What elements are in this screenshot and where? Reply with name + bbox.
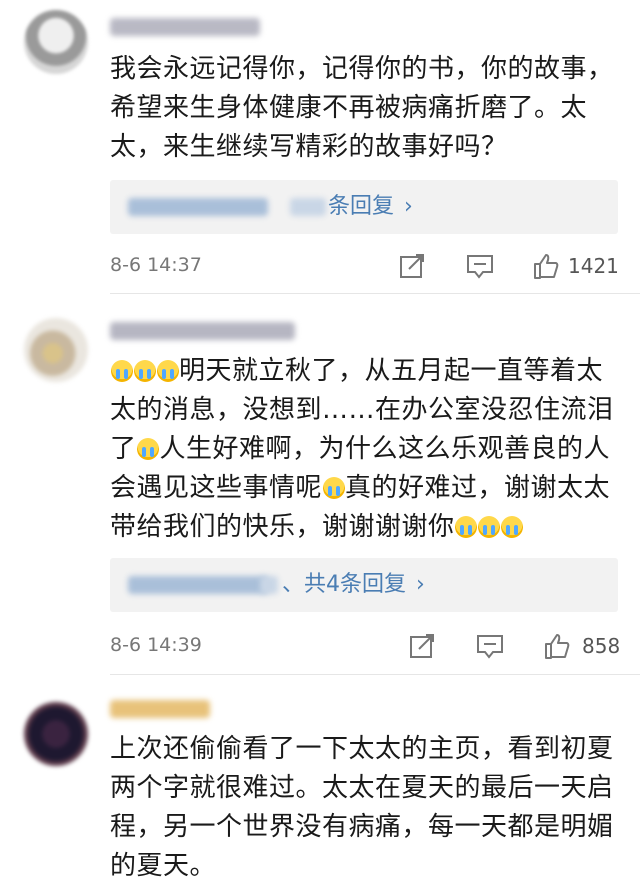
- chevron-right-icon: ›: [404, 194, 413, 219]
- crying-emoji-icon: [501, 516, 524, 538]
- comment-meta: 8-6 14:37 1421: [110, 250, 630, 282]
- divider: [110, 293, 640, 294]
- reply-user-blurred: [128, 576, 268, 594]
- avatar[interactable]: [24, 10, 88, 74]
- share-icon[interactable]: [398, 252, 426, 280]
- comment-meta: 8-6 14:39 858: [110, 630, 630, 662]
- reply-user-blurred: [260, 576, 278, 594]
- comment-date: 8-6 14:37: [110, 254, 202, 276]
- like-count: 1421: [568, 254, 619, 278]
- chevron-right-icon: ›: [416, 572, 425, 597]
- reply-count-link[interactable]: 、共4条回复 ›: [282, 558, 425, 612]
- username-blurred[interactable]: [110, 322, 295, 340]
- comment-date: 8-6 14:39: [110, 634, 202, 656]
- comment-text: 上次还偷偷看了一下太太的主页，看到初夏 两个字就很难过。太太在夏天的最后一天启 …: [110, 734, 614, 881]
- username-blurred[interactable]: [110, 700, 210, 718]
- reply-user-blurred: [128, 198, 268, 216]
- reply-count-link[interactable]: 条回复 ›: [328, 180, 413, 234]
- crying-emoji-icon: [110, 360, 133, 382]
- comment-icon[interactable]: [465, 252, 495, 280]
- thumbs-up-icon[interactable]: [532, 252, 560, 280]
- crying-emoji-icon: [137, 438, 160, 460]
- username-blurred[interactable]: [110, 18, 260, 36]
- comment-icon[interactable]: [475, 632, 505, 660]
- like-count: 858: [582, 634, 621, 658]
- share-icon[interactable]: [408, 632, 436, 660]
- comment-text: 我会永远记得你，记得你的书，你的故事， 希望来生身体健康不再被病痛折磨了。太 太…: [110, 54, 614, 162]
- avatar[interactable]: [24, 318, 88, 382]
- avatar[interactable]: [24, 702, 88, 766]
- reply-preview[interactable]: 条回复 ›: [110, 180, 618, 234]
- crying-emoji-icon: [322, 477, 345, 499]
- crying-emoji-icon: [455, 516, 478, 538]
- crying-emoji-icon: [478, 516, 501, 538]
- comment-text: 明天就立秋了，从五月起一直等着太 太的消息，没想到……在办公室没忍住流泪 了人生…: [110, 356, 614, 542]
- thumbs-up-icon[interactable]: [543, 632, 571, 660]
- crying-emoji-icon: [156, 360, 179, 382]
- reply-preview[interactable]: 、共4条回复 ›: [110, 558, 618, 612]
- divider: [110, 674, 640, 675]
- reply-count-blurred: [290, 198, 326, 216]
- crying-emoji-icon: [133, 360, 156, 382]
